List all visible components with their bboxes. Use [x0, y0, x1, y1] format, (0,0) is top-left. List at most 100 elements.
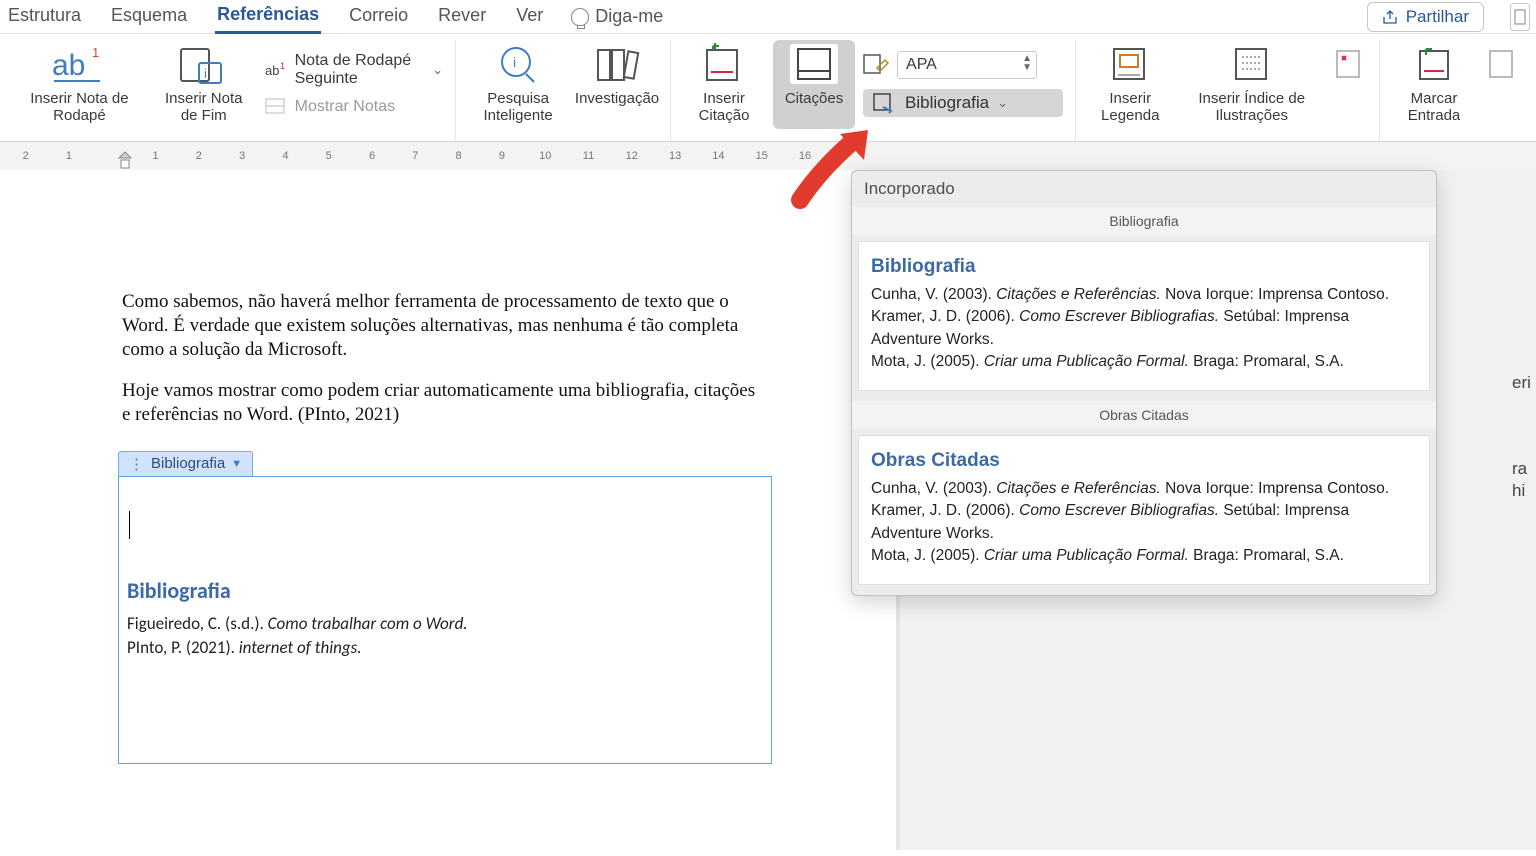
share-icon — [1382, 9, 1398, 25]
citation-style-select[interactable]: APA ▲▼ — [897, 51, 1037, 79]
bibliography-label: Bibliografia — [905, 93, 989, 113]
ruler-tick: 15 — [740, 150, 783, 162]
tab-references[interactable]: Referências — [215, 0, 321, 34]
insert-endnote-button[interactable]: i Inserir Nota de Fim — [151, 40, 257, 129]
group-footnotes: ab1 Inserir Nota de Rodapé i Inserir Not… — [4, 40, 456, 141]
bibliography-dropdown: Incorporado Bibliografia Bibliografia Cunh… — [851, 170, 1437, 596]
chevron-down-icon: ⌄ — [432, 62, 443, 78]
dropdown-entry: Cunha, V. (2003). Citações e Referências… — [871, 284, 1417, 306]
paragraph-1[interactable]: Como sabemos, não haverá melhor ferramen… — [122, 290, 762, 361]
researcher-button[interactable]: Investigação — [576, 40, 658, 129]
insert-index-icon — [1487, 48, 1517, 82]
overflow-button[interactable] — [1510, 3, 1530, 31]
bibliography-field-content[interactable]: Bibliografia Figueiredo, C. (s.d.). Como… — [118, 476, 772, 764]
dropdown-header: Incorporado — [852, 171, 1436, 207]
insert-table-figures-label: Inserir Índice de Ilustrações — [1184, 90, 1319, 125]
share-label: Partilhar — [1406, 7, 1469, 27]
ruler-tick: 5 — [307, 150, 350, 162]
insert-caption-button[interactable]: Inserir Legenda — [1088, 40, 1172, 129]
group-research: i Pesquisa Inteligente Investigação — [456, 40, 671, 141]
citations-icon — [790, 44, 838, 84]
horizontal-ruler[interactable]: 2112345678910111213141516 — [0, 142, 1536, 170]
tab-scheme[interactable]: Esquema — [109, 1, 189, 32]
ruler-tick: 7 — [394, 150, 437, 162]
insert-table-figures-button[interactable]: Inserir Índice de Ilustrações — [1180, 40, 1323, 129]
text-cursor — [129, 511, 130, 539]
share-button[interactable]: Partilhar — [1367, 2, 1484, 32]
chevron-down-icon: ⌄ — [997, 95, 1008, 111]
smart-lookup-button[interactable]: i Pesquisa Inteligente — [468, 40, 568, 129]
ruler-tick: 12 — [610, 150, 653, 162]
update-table-button[interactable] — [1331, 40, 1367, 129]
citations-label: Citações — [785, 90, 843, 107]
tab-view[interactable]: Ver — [514, 1, 545, 32]
next-footnote-icon: ab1 — [265, 61, 287, 79]
mark-entry-icon — [1414, 44, 1454, 86]
bibliography-entry[interactable]: Figueiredo, C. (s.d.). Como trabalhar co… — [127, 612, 763, 636]
svg-text:1: 1 — [92, 45, 99, 60]
citations-button[interactable]: Citações — [773, 40, 855, 129]
dropdown-bibliography-option[interactable]: Obras CitadasCunha, V. (2003). Citações … — [858, 435, 1430, 585]
caption-icon — [1110, 44, 1150, 86]
insert-citation-icon — [701, 44, 747, 86]
insert-endnote-label: Inserir Nota de Fim — [155, 90, 253, 125]
magnifier-icon: i — [496, 44, 540, 86]
index-icon — [1232, 44, 1272, 86]
clipped-side-text: eri ra hi — [1512, 372, 1536, 502]
triangle-down-icon: ▼ — [231, 458, 242, 470]
footnote-icon: ab 1 — [52, 44, 106, 86]
dropdown-entry: Mota, J. (2005). Criar uma Publicação Fo… — [871, 351, 1417, 373]
mark-entry-button[interactable]: Marcar Entrada — [1392, 40, 1476, 129]
show-notes-label: Mostrar Notas — [295, 98, 395, 116]
ruler-tick: 13 — [653, 150, 696, 162]
ruler-tick: 6 — [350, 150, 393, 162]
svg-text:i: i — [513, 54, 516, 70]
bibliography-field[interactable]: ⋮ Bibliografia ▼ Bibliografia Figueiredo… — [118, 451, 772, 764]
svg-text:1: 1 — [280, 61, 285, 71]
update-icon — [1334, 48, 1364, 82]
bibliography-entry[interactable]: PInto, P. (2021). internet of things. — [127, 636, 763, 660]
dropdown-card-title: Obras Citadas — [871, 450, 1417, 472]
ruler-tick: 2 — [4, 150, 47, 162]
red-arrow-annotation — [790, 130, 880, 210]
group-index: Marcar Entrada — [1380, 40, 1532, 141]
dropdown-entry: Kramer, J. D. (2006). Como Escrever Bibl… — [871, 500, 1417, 545]
bibliography-field-tab[interactable]: ⋮ Bibliografia ▼ — [118, 451, 253, 476]
books-icon — [594, 44, 640, 86]
tell-me[interactable]: Diga-me — [571, 6, 663, 27]
indent-marker-icon[interactable] — [118, 152, 130, 166]
bibliography-title: Bibliografia — [127, 577, 763, 604]
smart-lookup-label: Pesquisa Inteligente — [472, 90, 564, 125]
style-pencil-icon — [863, 54, 889, 76]
ruler-tick: 9 — [480, 150, 523, 162]
tab-review[interactable]: Rever — [436, 1, 488, 32]
paragraph-2[interactable]: Hoje vamos mostrar como podem criar auto… — [122, 379, 762, 427]
dropdown-bibliography-option[interactable]: Bibliografia Cunha, V. (2003). Citações e… — [858, 241, 1430, 391]
show-notes-button[interactable]: Mostrar Notas — [265, 98, 444, 116]
ruler-tick: 3 — [220, 150, 263, 162]
bibliography-icon — [873, 93, 897, 113]
tab-mail[interactable]: Correio — [347, 1, 410, 32]
citation-style-value: APA — [906, 56, 937, 74]
document-page[interactable]: Como sabemos, não haverá melhor ferramen… — [0, 170, 900, 850]
dropdown-card-title: Bibliografia — [871, 256, 1417, 278]
dropdown-entry: Kramer, J. D. (2006). Como Escrever Bibl… — [871, 306, 1417, 351]
ruler-tick: 2 — [177, 150, 220, 162]
dropdown-section-label: Bibliografia — [852, 207, 1436, 235]
bibliography-dropdown-button[interactable]: Bibliografia ⌄ — [863, 89, 1063, 117]
ribbon: ab1 Inserir Nota de Rodapé i Inserir Not… — [0, 34, 1536, 142]
ruler-tick: 4 — [264, 150, 307, 162]
insert-index-button[interactable] — [1484, 40, 1520, 129]
spinner-icon: ▲▼ — [1022, 54, 1032, 72]
svg-text:ab: ab — [265, 63, 279, 78]
endnote-icon: i — [179, 44, 229, 86]
ruler-tick: 11 — [567, 150, 610, 162]
svg-text:ab: ab — [52, 49, 85, 82]
body-text[interactable]: Como sabemos, não haverá melhor ferramen… — [122, 290, 762, 427]
tab-structure[interactable]: Estrutura — [6, 1, 83, 32]
insert-citation-label: Inserir Citação — [687, 90, 761, 125]
insert-citation-button[interactable]: Inserir Citação — [683, 40, 765, 129]
next-footnote-button[interactable]: ab1 Nota de Rodapé Seguinte ⌄ — [265, 52, 444, 88]
insert-footnote-button[interactable]: ab1 Inserir Nota de Rodapé — [16, 40, 143, 129]
group-captions: Inserir Legenda Inserir Índice de Ilustr… — [1076, 40, 1380, 141]
